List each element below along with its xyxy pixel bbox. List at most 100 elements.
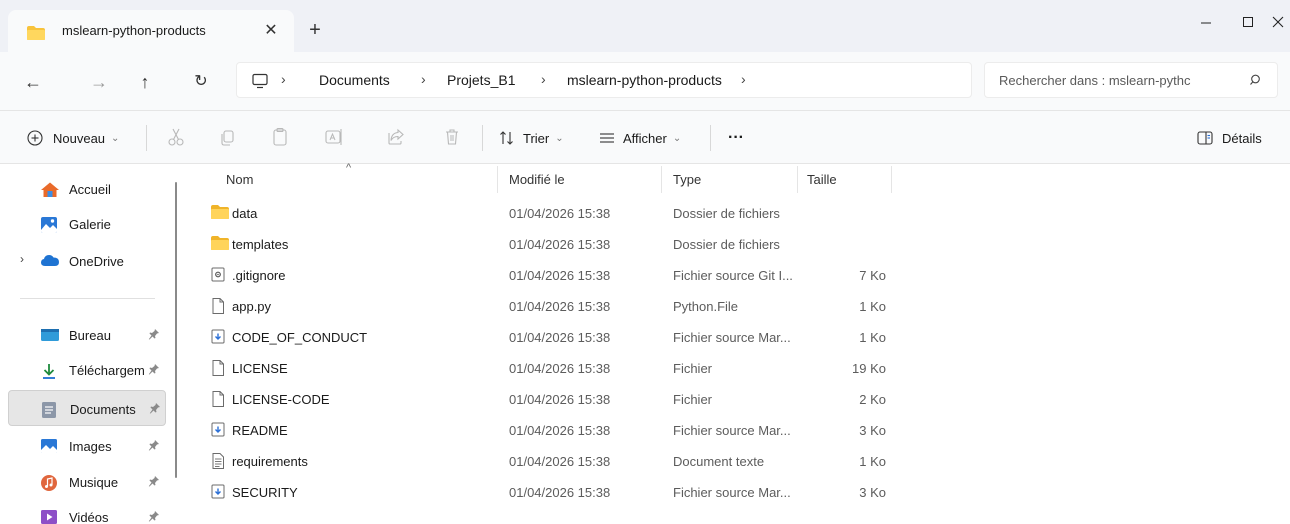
forward-button[interactable]: → — [86, 70, 112, 94]
column-separator[interactable] — [497, 166, 498, 193]
videos-icon — [40, 509, 58, 524]
pin-icon[interactable] — [148, 328, 160, 343]
pin-icon[interactable] — [149, 402, 161, 417]
paste-icon[interactable] — [268, 125, 292, 149]
address-bar[interactable]: › Documents › Projets_B1 › mslearn-pytho… — [236, 62, 972, 98]
rename-icon[interactable] — [322, 125, 346, 149]
up-button[interactable]: ↑ — [132, 70, 158, 94]
file-type: Fichier source Mar... — [673, 423, 791, 438]
pin-icon[interactable] — [148, 439, 160, 454]
maximize-button[interactable] — [1226, 8, 1270, 38]
file-row[interactable]: LICENSE 01/04/2026 15:38 Fichier 19 Ko — [200, 353, 1290, 384]
refresh-button[interactable]: ↻ — [188, 70, 214, 94]
file-name: SECURITY — [232, 485, 298, 500]
column-separator[interactable] — [891, 166, 892, 193]
search-box[interactable]: Rechercher dans : mslearn-pythc — [984, 62, 1278, 98]
column-separator[interactable] — [661, 166, 662, 193]
copy-icon[interactable] — [216, 125, 240, 149]
column-header-type[interactable]: Type — [673, 172, 701, 187]
column-header-modified[interactable]: Modifié le — [509, 172, 565, 187]
file-name: .gitignore — [232, 268, 286, 283]
sidebar-item-documents[interactable]: Documents — [8, 390, 166, 426]
close-window-button[interactable] — [1266, 8, 1290, 38]
column-header-name[interactable]: Nom — [226, 172, 253, 187]
file-row[interactable]: CODE_OF_CONDUCT 01/04/2026 15:38 Fichier… — [200, 322, 1290, 353]
file-icon — [210, 390, 230, 408]
markdown-file-icon — [210, 483, 230, 501]
file-size: 7 Ko — [859, 268, 886, 283]
details-button[interactable]: Détails — [1196, 127, 1262, 149]
share-icon[interactable] — [384, 125, 408, 149]
more-options-button[interactable]: ··· — [728, 127, 744, 149]
breadcrumb-projets-b1[interactable]: Projets_B1 — [447, 72, 515, 88]
file-row[interactable]: .gitignore 01/04/2026 15:38 Fichier sour… — [200, 260, 1290, 291]
chevron-down-icon: ⌄ — [111, 132, 120, 144]
file-row[interactable]: templates 01/04/2026 15:38 Dossier de fi… — [200, 229, 1290, 260]
sidebar-item-galerie[interactable]: Galerie — [8, 209, 166, 239]
breadcrumb-separator[interactable]: › — [281, 71, 286, 87]
file-size: 1 Ko — [859, 299, 886, 314]
new-tab-button[interactable]: + — [303, 19, 327, 43]
column-header-size[interactable]: Taille — [807, 172, 837, 187]
view-button[interactable]: Afficher ⌄ — [598, 127, 681, 149]
column-separator[interactable] — [797, 166, 798, 193]
search-icon[interactable] — [1249, 73, 1263, 90]
chevron-down-icon: ⌄ — [672, 132, 682, 144]
file-row[interactable]: LICENSE-CODE 01/04/2026 15:38 Fichier 2 … — [200, 384, 1290, 415]
pin-icon[interactable] — [148, 363, 160, 378]
sidebar-item-accueil[interactable]: Accueil — [8, 174, 166, 204]
pin-icon[interactable] — [148, 510, 160, 524]
sidebar-item-telechargements[interactable]: Téléchargem — [8, 355, 166, 385]
file-type: Fichier source Mar... — [673, 485, 791, 500]
sidebar-item-bureau[interactable]: Bureau — [8, 320, 166, 350]
file-name: README — [232, 423, 288, 438]
file-type: Python.File — [673, 299, 739, 314]
breadcrumb-documents[interactable]: Documents — [319, 72, 390, 88]
breadcrumb-separator[interactable]: › — [741, 71, 746, 87]
file-type: Document texte — [673, 454, 765, 469]
git-file-icon — [210, 266, 230, 284]
sidebar-item-videos[interactable]: Vidéos — [8, 502, 166, 524]
sort-icon — [498, 129, 516, 147]
file-row[interactable]: app.py 01/04/2026 15:38 Python.File 1 Ko — [200, 291, 1290, 322]
sidebar-item-label: Documents — [70, 402, 136, 417]
new-button[interactable]: Nouveau ⌄ — [26, 127, 119, 149]
sidebar-scrollbar[interactable] — [175, 182, 177, 478]
details-button-label: Détails — [1222, 130, 1262, 146]
sort-ascending-icon: ^ — [346, 162, 352, 174]
divider — [482, 125, 483, 151]
file-modified: 01/04/2026 15:38 — [509, 485, 611, 500]
sort-button-label: Trier — [523, 130, 550, 146]
sidebar-item-images[interactable]: Images — [8, 431, 166, 461]
file-row[interactable]: README 01/04/2026 15:38 Fichier source M… — [200, 415, 1290, 446]
minimize-button[interactable] — [1184, 8, 1228, 38]
breadcrumb-separator[interactable]: › — [541, 71, 546, 87]
file-size: 1 Ko — [859, 454, 886, 469]
computer-icon[interactable] — [251, 72, 269, 93]
file-size: 3 Ko — [859, 423, 886, 438]
file-size: 2 Ko — [859, 392, 886, 407]
tab-mslearn-python-products[interactable]: mslearn-python-products ✕ — [8, 10, 294, 52]
chevron-right-icon[interactable]: › — [20, 252, 24, 266]
sidebar-item-onedrive[interactable]: › OneDrive — [8, 246, 166, 276]
cut-icon[interactable] — [164, 125, 188, 149]
sort-button[interactable]: Trier ⌄ — [498, 127, 564, 149]
file-name: data — [232, 206, 258, 221]
file-row[interactable]: data 01/04/2026 15:38 Dossier de fichier… — [200, 198, 1290, 229]
file-row[interactable]: SECURITY 01/04/2026 15:38 Fichier source… — [200, 477, 1290, 508]
navigation-pane: Accueil Galerie › OneDrive Bureau Téléch… — [0, 164, 180, 524]
cloud-icon — [40, 253, 59, 269]
sidebar-item-musique[interactable]: Musique — [8, 467, 166, 497]
pin-icon[interactable] — [148, 475, 160, 490]
breadcrumb-mslearn-python-products[interactable]: mslearn-python-products — [567, 72, 722, 88]
file-type: Fichier — [673, 361, 713, 376]
file-row[interactable]: requirements 01/04/2026 15:38 Document t… — [200, 446, 1290, 477]
address-row: ← → ↑ ↻ › Documents › Projets_B1 › mslea… — [0, 52, 1290, 111]
breadcrumb-separator[interactable]: › — [421, 71, 426, 87]
markdown-file-icon — [210, 328, 230, 346]
close-tab-icon[interactable]: ✕ — [260, 20, 282, 42]
delete-icon[interactable] — [440, 125, 464, 149]
back-button[interactable]: ← — [20, 70, 46, 94]
search-input[interactable]: Rechercher dans : mslearn-pythc — [999, 73, 1247, 88]
sidebar-item-label: Galerie — [69, 217, 111, 232]
